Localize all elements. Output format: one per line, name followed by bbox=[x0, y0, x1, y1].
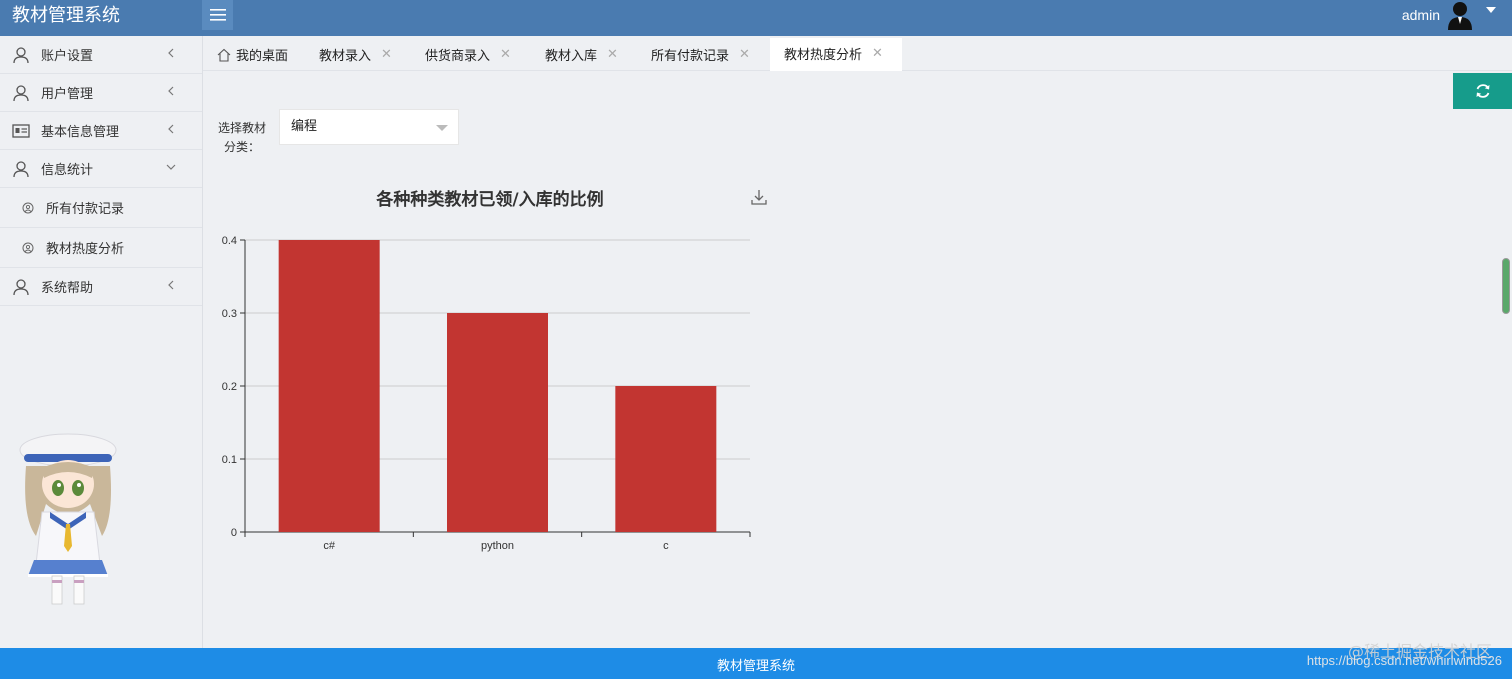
top-header: 教材管理系统 admin bbox=[0, 0, 1512, 36]
id-card-icon bbox=[12, 123, 30, 138]
tab-popularity-analysis[interactable]: 教材热度分析 ✕ bbox=[770, 38, 902, 71]
user-icon bbox=[13, 278, 29, 295]
footer: 教材管理系统 bbox=[0, 648, 1512, 679]
y-tick-label: 0.4 bbox=[222, 235, 237, 247]
tab-my-desktop[interactable]: 我的桌面 bbox=[217, 38, 288, 71]
category-filter-label: 选择教材 分类： bbox=[214, 119, 270, 157]
y-tick-label: 0.3 bbox=[222, 308, 237, 320]
footer-text: 教材管理系统 bbox=[716, 659, 795, 674]
user-circle-icon bbox=[22, 242, 34, 253]
hamburger-icon bbox=[209, 9, 226, 21]
sidebar-item-help[interactable]: 系统帮助 bbox=[0, 268, 202, 306]
tab-bar: 我的桌面 教材录入 ✕ 供货商录入 ✕ 教材入库 ✕ 所有付款记录 ✕ 教材热度… bbox=[203, 36, 1512, 71]
tab-textbook-stock-in[interactable]: 教材入库 ✕ bbox=[545, 38, 618, 71]
category-select-value: 编程 bbox=[291, 119, 318, 134]
filter-label-line2: 分类： bbox=[223, 140, 260, 154]
chevron-down-icon bbox=[166, 164, 176, 170]
user-icon bbox=[13, 160, 29, 177]
tab-label: 教材入库 bbox=[545, 49, 598, 64]
bar bbox=[278, 240, 380, 532]
sidebar-subitem-label: 教材热度分析 bbox=[46, 242, 125, 257]
user-menu[interactable]: admin bbox=[1402, 0, 1496, 30]
y-tick-label: 0.1 bbox=[222, 454, 237, 466]
watermark-url: https://blog.csdn.net/whirlwind526 bbox=[1306, 653, 1502, 668]
tab-label: 我的桌面 bbox=[236, 49, 289, 64]
scrollbar-handle[interactable] bbox=[1502, 258, 1510, 314]
refresh-button[interactable] bbox=[1453, 73, 1512, 109]
sidebar-item-account-settings[interactable]: 账户设置 bbox=[0, 36, 202, 74]
tab-supplier-entry[interactable]: 供货商录入 ✕ bbox=[425, 38, 511, 71]
x-tick-label: python bbox=[481, 540, 514, 552]
sidebar-subitem-popularity-analysis[interactable]: 教材热度分析 bbox=[0, 228, 202, 268]
y-tick-label: 0.2 bbox=[222, 381, 237, 393]
sidebar-item-statistics[interactable]: 信息统计 bbox=[0, 150, 202, 188]
filter-label-line1: 选择教材 bbox=[217, 121, 266, 135]
sidebar-item-label: 系统帮助 bbox=[41, 281, 94, 296]
user-icon bbox=[13, 46, 29, 63]
home-icon bbox=[217, 48, 231, 62]
chevron-down-icon bbox=[436, 125, 448, 131]
close-icon[interactable]: ✕ bbox=[607, 47, 618, 62]
sidebar-item-basic-info[interactable]: 基本信息管理 bbox=[0, 112, 202, 150]
x-tick-label: c# bbox=[323, 540, 336, 552]
bar bbox=[447, 313, 548, 532]
user-name: admin bbox=[1401, 7, 1440, 23]
chart-title: 各种种类教材已领/入库的比例 bbox=[376, 190, 604, 210]
bar-chart: 0 0.1 0.2 0.3 0.4 c# python c bbox=[222, 235, 751, 552]
download-icon[interactable] bbox=[751, 189, 767, 205]
tab-payment-records[interactable]: 所有付款记录 ✕ bbox=[651, 38, 750, 71]
close-icon[interactable]: ✕ bbox=[500, 47, 511, 62]
chevron-left-icon bbox=[168, 280, 174, 290]
close-icon[interactable]: ✕ bbox=[739, 47, 750, 62]
chevron-down-icon bbox=[1486, 7, 1496, 13]
x-tick-label: c bbox=[663, 540, 669, 552]
tab-label: 供货商录入 bbox=[425, 49, 491, 64]
sidebar-item-label: 信息统计 bbox=[41, 163, 94, 178]
user-icon bbox=[13, 84, 29, 101]
category-select[interactable]: 编程 bbox=[279, 109, 459, 145]
tab-textbook-entry[interactable]: 教材录入 ✕ bbox=[319, 38, 392, 71]
tab-label: 教材热度分析 bbox=[784, 48, 863, 63]
sidebar-item-label: 账户设置 bbox=[41, 49, 94, 64]
sidebar-item-user-management[interactable]: 用户管理 bbox=[0, 74, 202, 112]
sidebar-item-label: 基本信息管理 bbox=[41, 125, 120, 140]
tab-label: 所有付款记录 bbox=[651, 49, 730, 64]
chevron-left-icon bbox=[168, 124, 174, 134]
sidebar-subitem-payment-records[interactable]: 所有付款记录 bbox=[0, 188, 202, 228]
close-icon[interactable]: ✕ bbox=[872, 46, 883, 61]
mascot-illustration bbox=[19, 433, 117, 605]
sidebar-subitem-label: 所有付款记录 bbox=[46, 202, 125, 217]
chevron-left-icon bbox=[168, 86, 174, 96]
user-circle-icon bbox=[22, 202, 34, 213]
app-title: 教材管理系统 bbox=[12, 5, 120, 26]
sidebar-item-label: 用户管理 bbox=[41, 87, 94, 102]
bar bbox=[615, 386, 717, 532]
y-tick-label: 0 bbox=[231, 527, 237, 539]
chevron-left-icon bbox=[168, 48, 174, 58]
refresh-icon bbox=[1476, 84, 1489, 98]
avatar bbox=[1448, 2, 1472, 30]
menu-toggle-button[interactable] bbox=[202, 0, 233, 30]
tab-label: 教材录入 bbox=[319, 49, 372, 64]
close-icon[interactable]: ✕ bbox=[381, 47, 392, 62]
